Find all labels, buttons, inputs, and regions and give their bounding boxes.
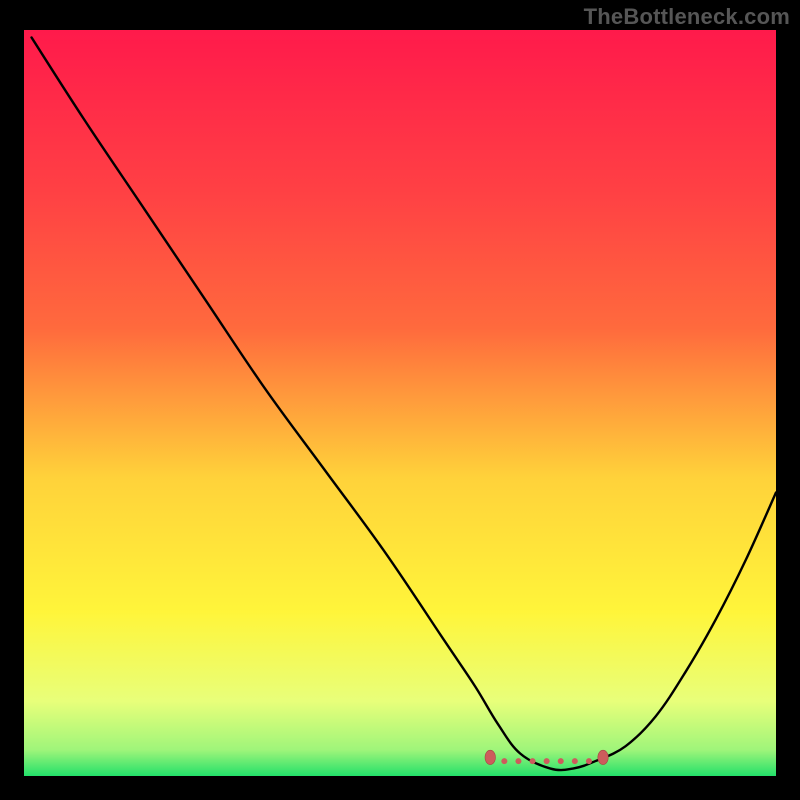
flat-region-dot xyxy=(544,758,550,764)
flat-region-dot xyxy=(586,758,592,764)
plot-area xyxy=(24,30,776,776)
bottleneck-curve-chart xyxy=(24,30,776,776)
flat-region-dot xyxy=(515,758,521,764)
flat-region-dot xyxy=(558,758,564,764)
flat-region-end-marker xyxy=(485,750,495,764)
attribution-text: TheBottleneck.com xyxy=(584,4,790,30)
flat-region-dot xyxy=(530,758,536,764)
chart-frame: TheBottleneck.com xyxy=(0,0,800,800)
flat-region-dot xyxy=(572,758,578,764)
flat-region-dot xyxy=(501,758,507,764)
flat-region-end-marker xyxy=(598,750,608,764)
